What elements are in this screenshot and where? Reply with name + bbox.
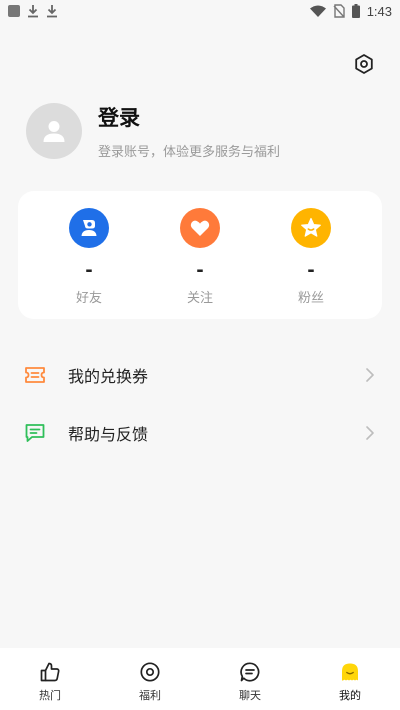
disc-icon xyxy=(138,660,162,684)
friend-icon xyxy=(69,208,109,248)
wifi-icon xyxy=(309,5,326,17)
menu-item-feedback[interactable]: 帮助与反馈 xyxy=(0,409,400,457)
settings-hexagon-icon xyxy=(355,54,373,74)
face-icon xyxy=(338,660,362,684)
stat-friends[interactable]: - 好友 xyxy=(48,191,130,319)
stat-fans-value: - xyxy=(307,260,315,281)
nav-label-chat: 聊天 xyxy=(239,689,261,702)
download-icon xyxy=(28,5,38,18)
app-icon xyxy=(8,5,20,17)
nav-item-mine[interactable]: 我的 xyxy=(315,648,385,703)
chat-icon xyxy=(238,660,262,684)
star-icon xyxy=(291,208,331,248)
battery-icon xyxy=(351,4,360,18)
stat-following-value: - xyxy=(196,260,204,281)
stat-fans-label: 粉丝 xyxy=(297,291,324,306)
settings-button[interactable] xyxy=(352,52,376,76)
login-subtitle: 登录账号，体验更多服务与福利 xyxy=(98,145,281,160)
stats-card: - 好友 - 关注 - 粉丝 xyxy=(18,191,382,319)
stat-following[interactable]: - 关注 xyxy=(159,191,241,319)
status-time: 1:43 xyxy=(366,3,392,19)
ticket-icon xyxy=(24,364,46,386)
nav-item-chat[interactable]: 聊天 xyxy=(215,648,285,703)
nav-label-hot: 热门 xyxy=(39,689,61,702)
chevron-right-icon xyxy=(364,366,376,384)
stat-following-label: 关注 xyxy=(186,291,213,306)
nav-item-hot[interactable]: 热门 xyxy=(15,648,85,703)
menu-item-coupons-label: 我的兑换券 xyxy=(68,367,149,386)
menu-item-feedback-label: 帮助与反馈 xyxy=(68,425,149,444)
nav-item-welfare[interactable]: 福利 xyxy=(115,648,185,703)
status-bar: 1:43 xyxy=(0,0,400,22)
feedback-icon xyxy=(24,422,46,444)
stat-friends-label: 好友 xyxy=(75,291,102,306)
download-icon xyxy=(47,5,57,18)
menu-item-coupons[interactable]: 我的兑换券 xyxy=(0,351,400,399)
status-bar-left xyxy=(8,4,58,18)
heart-icon xyxy=(180,208,220,248)
stat-friends-value: - xyxy=(85,260,93,281)
profile-header: 登录 登录账号，体验更多服务与福利 xyxy=(26,102,280,160)
nav-label-mine: 我的 xyxy=(339,689,361,702)
nav-label-welfare: 福利 xyxy=(139,689,161,702)
login-title[interactable]: 登录 xyxy=(98,102,280,132)
person-icon xyxy=(43,121,65,142)
chevron-right-icon xyxy=(364,424,376,442)
no-sim-icon xyxy=(333,4,345,18)
bottom-nav: 热门 福利 聊天 我的 xyxy=(0,648,400,710)
thumbs-up-icon xyxy=(38,660,62,684)
stat-fans[interactable]: - 粉丝 xyxy=(270,191,352,319)
status-bar-right: 1:43 xyxy=(309,3,392,19)
profile-text: 登录 登录账号，体验更多服务与福利 xyxy=(98,102,280,160)
avatar[interactable] xyxy=(26,103,82,159)
